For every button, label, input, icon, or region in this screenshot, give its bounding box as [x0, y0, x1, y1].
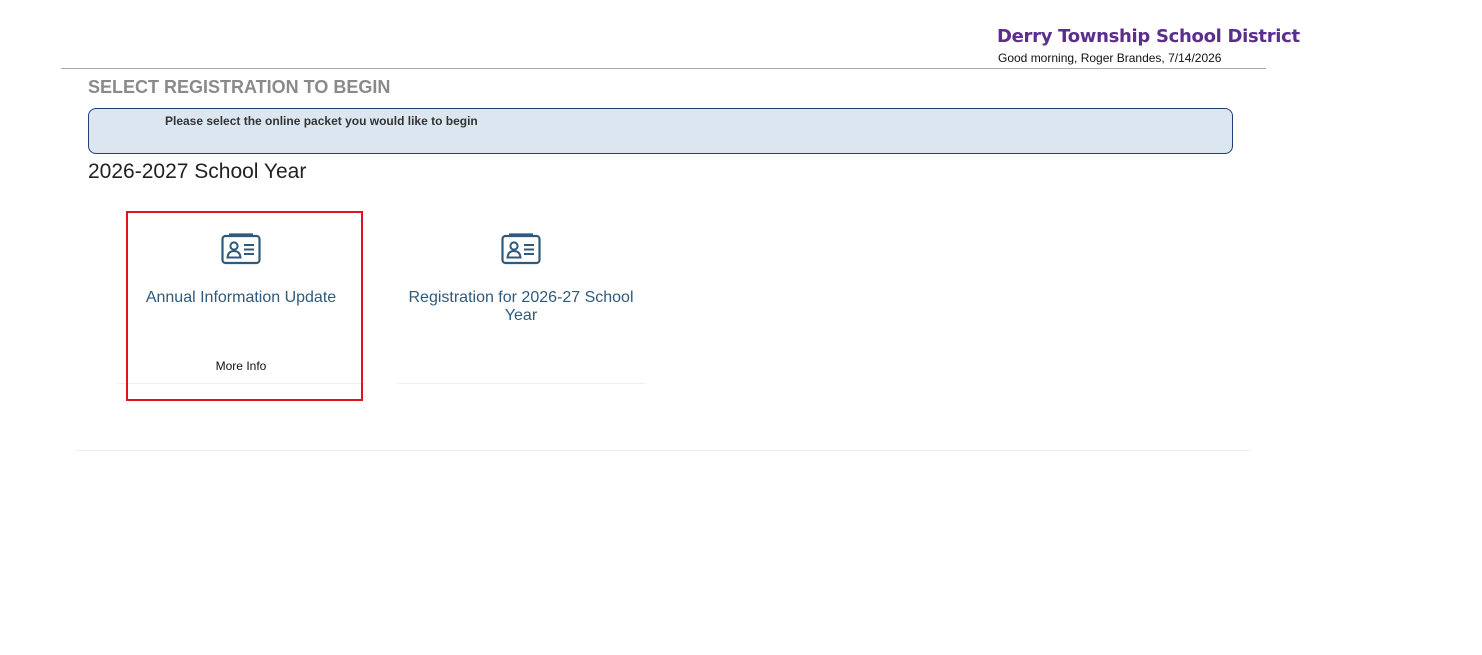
card-title: Registration for 2026-27 School Year: [408, 289, 634, 324]
section-title: SELECT REGISTRATION TO BEGIN: [88, 77, 391, 97]
content-bottom-divider: [76, 450, 1251, 451]
id-card-icon: [221, 233, 261, 265]
school-year-heading: 2026-2027 School Year: [88, 160, 307, 183]
district-name: Derry Township School District: [997, 26, 1300, 47]
card-divider: [117, 383, 365, 384]
instruction-text: Please select the online packet you woul…: [165, 114, 478, 128]
more-info-link[interactable]: More Info: [117, 359, 365, 373]
packet-card-registration[interactable]: Registration for 2026-27 School Year: [397, 212, 645, 384]
id-card-icon: [501, 233, 541, 265]
instruction-box: Please select the online packet you woul…: [88, 108, 1233, 154]
packet-card-annual-update[interactable]: Annual Information Update More Info: [117, 212, 365, 384]
greeting-text: Good morning, Roger Brandes, 7/14/2026: [998, 51, 1222, 65]
header-divider: [61, 68, 1266, 69]
card-divider: [397, 383, 645, 384]
page: Derry Township School District Good morn…: [0, 0, 1482, 655]
card-title: Annual Information Update: [145, 289, 337, 306]
